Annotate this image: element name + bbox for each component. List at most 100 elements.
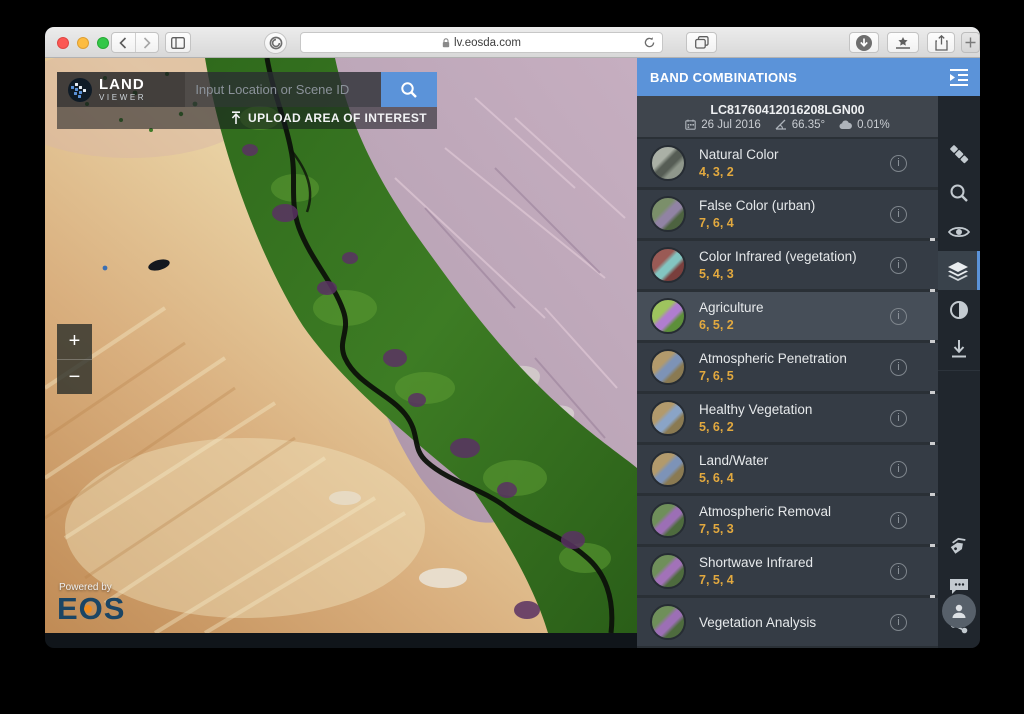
band-combination-item[interactable]: Agriculture 6, 5, 2 i: [637, 292, 938, 340]
user-account-button[interactable]: [942, 594, 976, 628]
calendar-icon: [685, 119, 696, 130]
satellite-icon: [949, 144, 969, 164]
download-tool-button[interactable]: [938, 329, 980, 368]
browser-sidebar-toggle-button[interactable]: [165, 32, 191, 53]
new-tab-button[interactable]: [961, 32, 980, 53]
info-icon[interactable]: i: [890, 614, 907, 631]
band-numbers: 7, 6, 5: [699, 369, 847, 383]
tab-overview-button[interactable]: [686, 32, 717, 53]
search-button[interactable]: [381, 72, 437, 107]
band-thumbnail: [650, 502, 686, 538]
history-nav-group: [111, 32, 159, 53]
downloads-button[interactable]: [849, 32, 879, 53]
reload-icon: [643, 36, 656, 49]
band-name: Color Infrared (vegetation): [699, 249, 857, 264]
info-icon[interactable]: i: [890, 563, 907, 580]
favorites-icon: [895, 36, 911, 49]
reload-button[interactable]: [643, 36, 656, 49]
back-button[interactable]: [112, 33, 135, 52]
downloads-icon: [855, 34, 873, 52]
info-icon[interactable]: i: [890, 257, 907, 274]
browser-titlebar: lv.eosda.com: [45, 27, 980, 58]
back-icon: [119, 37, 127, 49]
band-combination-item[interactable]: Natural Color 4, 3, 2 i: [637, 139, 938, 187]
url-text: lv.eosda.com: [454, 37, 521, 49]
collapse-panel-button[interactable]: [938, 58, 980, 96]
map-search-block: LAND VIEWER UPLOAD AREA OF INTEREST: [57, 72, 437, 129]
share-page-button[interactable]: [927, 32, 955, 53]
band-numbers: 5, 6, 2: [699, 420, 812, 434]
screenshot-stage: lv.eosda.com: [0, 0, 1024, 714]
satellite-imagery: [45, 58, 637, 633]
band-name: Atmospheric Penetration: [699, 351, 847, 366]
band-combination-item[interactable]: Atmospheric Removal 7, 5, 3 i: [637, 496, 938, 544]
address-bar[interactable]: lv.eosda.com: [300, 32, 663, 53]
upload-icon: [230, 111, 242, 125]
minimize-window-button[interactable]: [77, 37, 89, 49]
band-numbers: 7, 5, 4: [699, 573, 813, 587]
scene-sun-elevation: 66.35°: [775, 119, 825, 131]
share-page-icon: [935, 35, 948, 51]
tags-tool-button[interactable]: [938, 527, 980, 566]
band-thumbnail: [650, 400, 686, 436]
band-combination-item[interactable]: Vegetation Analysis i: [637, 598, 938, 646]
forward-button[interactable]: [135, 33, 159, 52]
sun-elevation-icon: [775, 119, 787, 130]
landviewer-logo[interactable]: LAND VIEWER: [57, 72, 185, 107]
zoom-in-button[interactable]: +: [57, 324, 92, 359]
map-canvas[interactable]: LAND VIEWER UPLOAD AREA OF INTEREST: [45, 58, 637, 633]
layers-tool-button[interactable]: [938, 251, 980, 290]
info-icon[interactable]: i: [890, 359, 907, 376]
globe-icon: [67, 77, 93, 103]
band-name: False Color (urban): [699, 198, 815, 213]
info-icon[interactable]: i: [890, 308, 907, 325]
comments-icon: [949, 577, 969, 595]
band-thumbnail: [650, 145, 686, 181]
band-numbers: 6, 5, 2: [699, 318, 764, 332]
scene-info-bar: LC81760412016208LGN00 26 Jul 2016 66.35°: [637, 96, 938, 137]
visibility-tool-button[interactable]: [938, 212, 980, 251]
panel-header: BAND COMBINATIONS: [637, 58, 938, 96]
band-thumbnail: [650, 247, 686, 283]
info-icon[interactable]: i: [890, 512, 907, 529]
band-combination-item[interactable]: False Color (urban) 7, 6, 4 i: [637, 190, 938, 238]
satellite-tool-button[interactable]: [938, 134, 980, 173]
band-name: Agriculture: [699, 300, 764, 315]
search-tool-button[interactable]: [938, 173, 980, 212]
powered-by-eos-logo[interactable]: Powered by EOS: [57, 582, 125, 624]
band-numbers: 7, 5, 3: [699, 522, 831, 536]
cloud-icon: [839, 120, 852, 130]
info-icon[interactable]: i: [890, 461, 907, 478]
extension-button[interactable]: [264, 32, 287, 54]
band-numbers: 5, 6, 4: [699, 471, 768, 485]
band-combinations-panel: BAND COMBINATIONS LC81760412016208LGN00 …: [637, 58, 938, 648]
fullscreen-window-button[interactable]: [97, 37, 109, 49]
band-thumbnail: [650, 553, 686, 589]
info-icon[interactable]: i: [890, 410, 907, 427]
contrast-tool-button[interactable]: [938, 290, 980, 329]
band-combination-item[interactable]: Land/Water 5, 6, 4 i: [637, 445, 938, 493]
band-numbers: 7, 6, 4: [699, 216, 815, 230]
band-combination-item[interactable]: Shortwave Infrared 7, 5, 4 i: [637, 547, 938, 595]
band-combination-item[interactable]: Healthy Vegetation 5, 6, 2 i: [637, 394, 938, 442]
band-thumbnail: [650, 298, 686, 334]
extension-icon: [269, 36, 283, 50]
info-icon[interactable]: i: [890, 206, 907, 223]
eos-dot: [84, 605, 92, 613]
search-input[interactable]: [185, 72, 381, 107]
favorites-button[interactable]: [887, 32, 919, 53]
user-icon: [951, 603, 967, 619]
upload-label: UPLOAD AREA OF INTEREST: [248, 111, 427, 125]
tools-sidebar: [938, 58, 980, 648]
eye-icon: [948, 225, 970, 239]
upload-area-of-interest-button[interactable]: UPLOAD AREA OF INTEREST: [57, 107, 437, 129]
band-combination-item[interactable]: Atmospheric Penetration 7, 6, 5 i: [637, 343, 938, 391]
sidebar-toggle-icon: [171, 37, 185, 49]
band-combination-item[interactable]: Color Infrared (vegetation) 5, 4, 3 i: [637, 241, 938, 289]
info-icon[interactable]: i: [890, 155, 907, 172]
zoom-out-button[interactable]: −: [57, 359, 92, 394]
close-window-button[interactable]: [57, 37, 69, 49]
band-name: Shortwave Infrared: [699, 555, 813, 570]
band-thumbnail: [650, 451, 686, 487]
plus-icon: [965, 37, 976, 48]
